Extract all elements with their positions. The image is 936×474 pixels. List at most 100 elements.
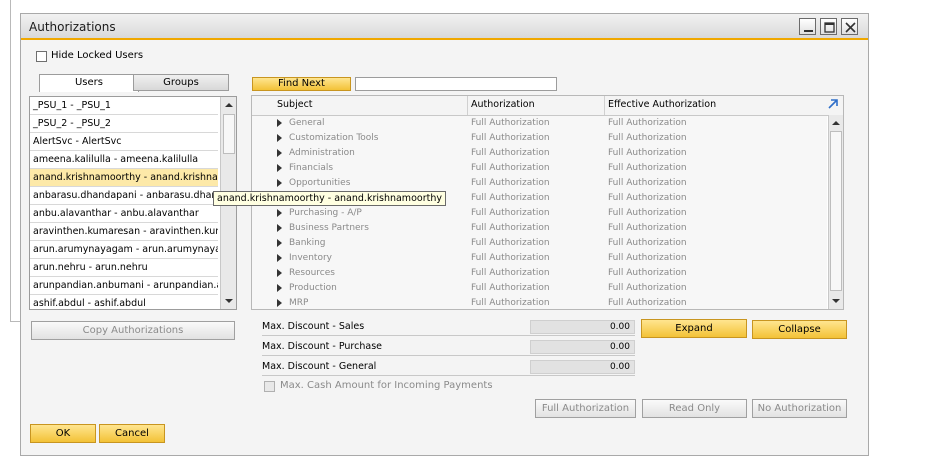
grid-cell-authorization[interactable]: Full Authorization (471, 193, 550, 203)
grid-cell-effective-authorization[interactable]: Full Authorization (608, 163, 687, 173)
grid-cell-effective-authorization[interactable]: Full Authorization (608, 178, 687, 188)
max-discount-general-field[interactable]: 0.00 (530, 360, 635, 374)
tree-expand-icon[interactable] (277, 179, 282, 187)
grid-row[interactable]: MRP Full Authorization Full Authorization (252, 296, 827, 309)
grid-cell-subject[interactable]: Banking (289, 238, 326, 248)
grid-cell-effective-authorization[interactable]: Full Authorization (608, 223, 687, 233)
grid-cell-authorization[interactable]: Full Authorization (471, 163, 550, 173)
grid-cell-subject[interactable]: MRP (289, 298, 308, 308)
tree-expand-icon[interactable] (277, 239, 282, 247)
user-list-item[interactable]: arun.nehru - arun.nehru (30, 259, 218, 277)
grid-cell-effective-authorization[interactable]: Full Authorization (608, 133, 687, 143)
grid-scroll-thumb[interactable] (830, 131, 842, 291)
grid-cell-effective-authorization[interactable]: Full Authorization (608, 253, 687, 263)
grid-cell-authorization[interactable]: Full Authorization (471, 208, 550, 218)
grid-row[interactable]: Purchasing - A/P Full Authorization Full A… (252, 206, 827, 222)
grid-cell-authorization[interactable]: Full Authorization (471, 118, 550, 128)
close-button[interactable] (841, 18, 858, 35)
grid-row[interactable]: Administration Full Authorization Full Aut… (252, 146, 827, 162)
tree-expand-icon[interactable] (277, 164, 282, 172)
grid-cell-authorization[interactable]: Full Authorization (471, 298, 550, 308)
maximize-button[interactable] (820, 18, 837, 35)
ok-button[interactable]: OK (30, 424, 96, 443)
grid-cell-authorization[interactable]: Full Authorization (471, 283, 550, 293)
grid-cell-authorization[interactable]: Full Authorization (471, 133, 550, 143)
grid-cell-authorization[interactable]: Full Authorization (471, 268, 550, 278)
user-list-item[interactable]: anbu.alavanthar - anbu.alavanthar (30, 205, 218, 223)
scroll-up-icon[interactable] (830, 117, 843, 129)
user-list-item[interactable]: AlertSvc - AlertSvc (30, 133, 218, 151)
column-authorization[interactable]: Authorization (471, 99, 535, 110)
grid-cell-authorization[interactable]: Full Authorization (471, 178, 550, 188)
tree-expand-icon[interactable] (277, 149, 282, 157)
grid-row[interactable]: Banking Full Authorization Full Authorizat… (252, 236, 827, 252)
user-list-item[interactable]: arunpandian.anbumani - arunpandian.anbum… (30, 277, 218, 295)
full-authorization-button[interactable]: Full Authorization (535, 399, 636, 418)
grid-cell-subject[interactable]: Inventory (289, 253, 332, 263)
tree-expand-icon[interactable] (277, 299, 282, 307)
copy-authorizations-button[interactable]: Copy Authorizations (31, 321, 235, 340)
grid-row[interactable]: Inventory Full Authorization Full Authoriz… (252, 251, 827, 267)
hide-locked-users-checkbox[interactable] (36, 51, 47, 62)
grid-row[interactable]: Opportunities Full Authorization Full Auth… (252, 176, 827, 192)
grid-cell-effective-authorization[interactable]: Full Authorization (608, 193, 687, 203)
user-list-item[interactable]: aravinthen.kumaresan - aravinthen.kumare… (30, 223, 218, 241)
grid-scrollbar[interactable] (828, 115, 843, 309)
grid-cell-subject[interactable]: Opportunities (289, 178, 350, 188)
grid-cell-effective-authorization[interactable]: Full Authorization (608, 268, 687, 278)
find-next-input[interactable] (355, 77, 557, 91)
grid-cell-effective-authorization[interactable]: Full Authorization (608, 238, 687, 248)
tree-expand-icon[interactable] (277, 269, 282, 277)
cancel-button[interactable]: Cancel (99, 424, 165, 443)
user-list-item[interactable]: _PSU_2 - _PSU_2 (30, 115, 218, 133)
grid-cell-authorization[interactable]: Full Authorization (471, 148, 550, 158)
grid-cell-authorization[interactable]: Full Authorization (471, 253, 550, 263)
grid-row[interactable]: Financials Full Authorization Full Authori… (252, 161, 827, 177)
tree-expand-icon[interactable] (277, 134, 282, 142)
max-discount-sales-field[interactable]: 0.00 (530, 320, 635, 334)
scroll-down-icon[interactable] (830, 295, 843, 307)
grid-row[interactable]: Customization Tools Full Authorization Ful… (252, 131, 827, 147)
grid-cell-subject[interactable]: Administration (289, 148, 355, 158)
read-only-button[interactable]: Read Only (642, 399, 747, 418)
grid-cell-effective-authorization[interactable]: Full Authorization (608, 283, 687, 293)
grid-row[interactable]: General Full Authorization Full Authorizat… (252, 116, 827, 132)
grid-cell-authorization[interactable]: Full Authorization (471, 238, 550, 248)
title-bar[interactable]: Authorizations (21, 14, 868, 40)
scroll-up-icon[interactable] (222, 99, 236, 111)
grid-row[interactable]: Business Partners Full Authorization Full … (252, 221, 827, 237)
tree-expand-icon[interactable] (277, 119, 282, 127)
tree-expand-icon[interactable] (277, 224, 282, 232)
expand-arrow-icon[interactable] (827, 98, 839, 110)
grid-cell-effective-authorization[interactable]: Full Authorization (608, 298, 687, 308)
user-list-item[interactable]: ashif.abdul - ashif.abdul (30, 295, 218, 309)
users-list[interactable]: _PSU_1 - _PSU_1 _PSU_2 - _PSU_2 AlertSvc -… (29, 96, 237, 310)
grid-cell-subject[interactable]: General (289, 118, 324, 128)
user-list-item[interactable]: ameena.kalilulla - ameena.kalilulla (30, 151, 218, 169)
find-next-button[interactable]: Find Next (252, 77, 351, 91)
column-subject[interactable]: Subject (277, 99, 313, 110)
grid-cell-subject[interactable]: Financials (289, 163, 333, 173)
column-effective-authorization[interactable]: Effective Authorization (608, 99, 716, 110)
grid-cell-subject[interactable]: Resources (289, 268, 335, 278)
grid-cell-subject[interactable]: Production (289, 283, 337, 293)
grid-cell-effective-authorization[interactable]: Full Authorization (608, 118, 687, 128)
user-list-item[interactable]: anand.krishnamoorthy - anand.krishnamoor… (30, 169, 218, 187)
max-cash-checkbox[interactable] (264, 381, 275, 392)
user-list-item[interactable]: _PSU_1 - _PSU_1 (30, 97, 218, 115)
grid-cell-effective-authorization[interactable]: Full Authorization (608, 148, 687, 158)
tree-expand-icon[interactable] (277, 254, 282, 262)
grid-cell-subject[interactable]: Business Partners (289, 223, 369, 233)
collapse-button[interactable]: Collapse (752, 320, 847, 339)
no-authorization-button[interactable]: No Authorization (752, 399, 847, 418)
scroll-down-icon[interactable] (222, 295, 236, 307)
tree-expand-icon[interactable] (277, 209, 282, 217)
users-scroll-thumb[interactable] (223, 114, 235, 154)
tab-groups[interactable]: Groups (133, 74, 229, 91)
expand-button[interactable]: Expand (641, 319, 747, 338)
grid-row[interactable]: Production Full Authorization Full Authori… (252, 281, 827, 297)
grid-cell-subject[interactable]: Purchasing - A/P (289, 208, 362, 218)
grid-cell-authorization[interactable]: Full Authorization (471, 223, 550, 233)
max-discount-purchase-field[interactable]: 0.00 (530, 340, 635, 354)
grid-cell-effective-authorization[interactable]: Full Authorization (608, 208, 687, 218)
